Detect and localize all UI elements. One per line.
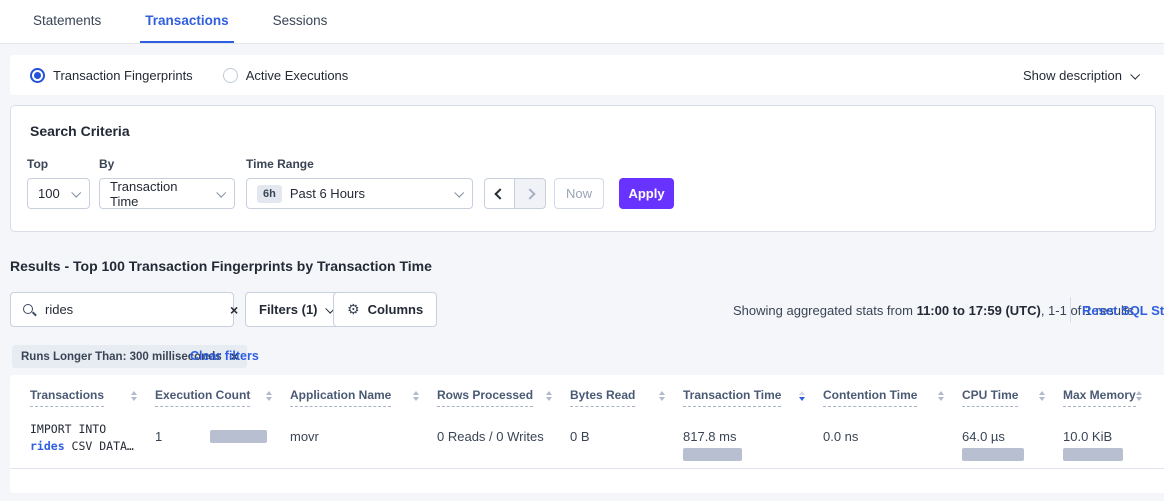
sort-icon[interactable] bbox=[266, 388, 272, 401]
previous-time-range-button[interactable] bbox=[484, 178, 515, 209]
sort-icon[interactable] bbox=[413, 388, 419, 401]
next-time-range-button[interactable] bbox=[515, 178, 546, 209]
results-table: Transactions Execution Count Application… bbox=[10, 375, 1164, 493]
cell-contention-time: 0.0 ns bbox=[823, 409, 962, 468]
cpu-time-bar bbox=[962, 448, 1024, 461]
show-description-label: Show description bbox=[1023, 68, 1122, 83]
sort-icon-active-desc[interactable] bbox=[799, 388, 805, 401]
time-range-value: Past 6 Hours bbox=[290, 186, 365, 201]
sort-icon[interactable] bbox=[1039, 388, 1045, 401]
time-range-pager bbox=[484, 178, 546, 209]
time-range-field: Time Range 6h Past 6 Hours bbox=[246, 157, 473, 209]
page-tabs: Statements Transactions Sessions bbox=[0, 0, 1164, 44]
cell-max-memory: 10.0 KiB bbox=[1063, 409, 1154, 468]
sort-icon[interactable] bbox=[131, 388, 137, 401]
table-header-row: Transactions Execution Count Application… bbox=[10, 375, 1164, 407]
max-memory-value: 10.0 KiB bbox=[1063, 429, 1154, 444]
max-memory-bar bbox=[1063, 448, 1123, 461]
query-rest: CSV DATA… bbox=[65, 439, 134, 453]
stats-time-range: 11:00 to 17:59 (UTC) bbox=[917, 303, 1041, 318]
column-header-execution-count[interactable]: Execution Count bbox=[155, 388, 290, 407]
column-header-transactions[interactable]: Transactions bbox=[30, 388, 155, 407]
tab-statements[interactable]: Statements bbox=[28, 0, 106, 43]
top-select-value: 100 bbox=[38, 186, 60, 201]
search-criteria-title: Search Criteria bbox=[30, 123, 130, 139]
cell-transaction-time: 817.8 ms bbox=[683, 409, 823, 468]
top-field: Top 100 bbox=[27, 157, 90, 209]
now-button[interactable]: Now bbox=[554, 178, 604, 209]
show-description-toggle[interactable]: Show description bbox=[1023, 68, 1138, 83]
column-header-max-memory[interactable]: Max Memory bbox=[1063, 388, 1160, 407]
clear-search-icon[interactable]: × bbox=[230, 303, 238, 317]
by-select-value: Transaction Time bbox=[110, 179, 209, 209]
view-toggle-group: Transaction Fingerprints Active Executio… bbox=[30, 68, 348, 83]
top-select[interactable]: 100 bbox=[27, 178, 90, 209]
chevron-down-icon bbox=[216, 188, 226, 198]
clear-filters-link[interactable]: Clear filters bbox=[190, 349, 259, 363]
vertical-divider bbox=[1070, 297, 1071, 323]
execution-count-bar bbox=[210, 430, 267, 443]
cell-rows-processed: 0 Reads / 0 Writes bbox=[437, 409, 570, 468]
search-criteria-panel: Search Criteria Top 100 By Transaction T… bbox=[10, 105, 1156, 232]
table-row: IMPORT INTO rides CSV DATA… 1 movr 0 Rea… bbox=[10, 409, 1164, 469]
top-label: Top bbox=[27, 157, 90, 171]
column-header-bytes-read[interactable]: Bytes Read bbox=[570, 388, 683, 407]
chevron-right-icon bbox=[524, 188, 535, 199]
cell-transaction-fingerprint: IMPORT INTO rides CSV DATA… bbox=[30, 409, 155, 468]
time-range-badge: 6h bbox=[257, 185, 282, 203]
reset-sql-stats-link[interactable]: Reset SQL Stats bbox=[1082, 303, 1164, 318]
by-label: By bbox=[99, 157, 235, 171]
cell-application-name: movr bbox=[290, 409, 437, 468]
filters-button[interactable]: Filters (1) bbox=[245, 292, 347, 327]
tab-sessions[interactable]: Sessions bbox=[268, 0, 333, 43]
chevron-down-icon bbox=[71, 188, 81, 198]
column-header-application-name[interactable]: Application Name bbox=[290, 388, 437, 407]
sort-icon[interactable] bbox=[1136, 388, 1142, 401]
cell-bytes-read: 0 B bbox=[570, 409, 683, 468]
cpu-time-value: 64.0 µs bbox=[962, 429, 1063, 444]
search-icon bbox=[22, 303, 36, 317]
chevron-left-icon bbox=[494, 188, 505, 199]
radio-selected-icon bbox=[30, 68, 45, 83]
column-header-contention-time[interactable]: Contention Time bbox=[823, 388, 962, 407]
radio-active-executions[interactable]: Active Executions bbox=[223, 68, 349, 83]
cell-cpu-time: 64.0 µs bbox=[962, 409, 1063, 468]
transaction-time-value: 817.8 ms bbox=[683, 429, 823, 444]
time-range-select[interactable]: 6h Past 6 Hours bbox=[246, 178, 473, 209]
query-line-1: IMPORT INTO bbox=[30, 421, 155, 438]
columns-button[interactable]: ⚙ Columns bbox=[333, 292, 437, 327]
aggregated-stats-text: Showing aggregated stats from 11:00 to 1… bbox=[733, 303, 1059, 318]
transaction-time-bar bbox=[683, 448, 742, 461]
results-heading: Results - Top 100 Transaction Fingerprin… bbox=[10, 258, 432, 274]
radio-unselected-icon bbox=[223, 68, 238, 83]
chevron-down-icon bbox=[454, 188, 464, 198]
query-line-2: rides CSV DATA… bbox=[30, 438, 155, 455]
results-search-box: × bbox=[10, 292, 234, 327]
columns-button-label: Columns bbox=[368, 302, 424, 317]
by-field: By Transaction Time bbox=[99, 157, 235, 209]
stats-prefix: Showing aggregated stats from bbox=[733, 303, 917, 318]
execution-count-value: 1 bbox=[155, 429, 162, 444]
results-search-input[interactable] bbox=[45, 302, 221, 317]
sort-icon[interactable] bbox=[546, 388, 552, 401]
column-header-cpu-time[interactable]: CPU Time bbox=[962, 388, 1063, 407]
filters-button-label: Filters (1) bbox=[259, 302, 318, 317]
time-range-label: Time Range bbox=[246, 157, 473, 171]
column-header-rows-processed[interactable]: Rows Processed bbox=[437, 388, 570, 407]
sort-icon[interactable] bbox=[659, 388, 665, 401]
cell-execution-count: 1 bbox=[155, 409, 290, 468]
sort-icon[interactable] bbox=[938, 388, 944, 401]
radio-label: Active Executions bbox=[246, 68, 349, 83]
apply-button[interactable]: Apply bbox=[619, 178, 674, 209]
column-header-transaction-time[interactable]: Transaction Time bbox=[683, 388, 823, 407]
transaction-fingerprint-link[interactable]: rides bbox=[30, 439, 65, 453]
by-select[interactable]: Transaction Time bbox=[99, 178, 235, 209]
gear-icon: ⚙ bbox=[347, 303, 360, 317]
tab-transactions[interactable]: Transactions bbox=[140, 0, 233, 43]
radio-transaction-fingerprints[interactable]: Transaction Fingerprints bbox=[30, 68, 193, 83]
radio-label: Transaction Fingerprints bbox=[53, 68, 193, 83]
chevron-down-icon bbox=[1130, 69, 1140, 79]
view-toggle-bar: Transaction Fingerprints Active Executio… bbox=[10, 55, 1164, 95]
